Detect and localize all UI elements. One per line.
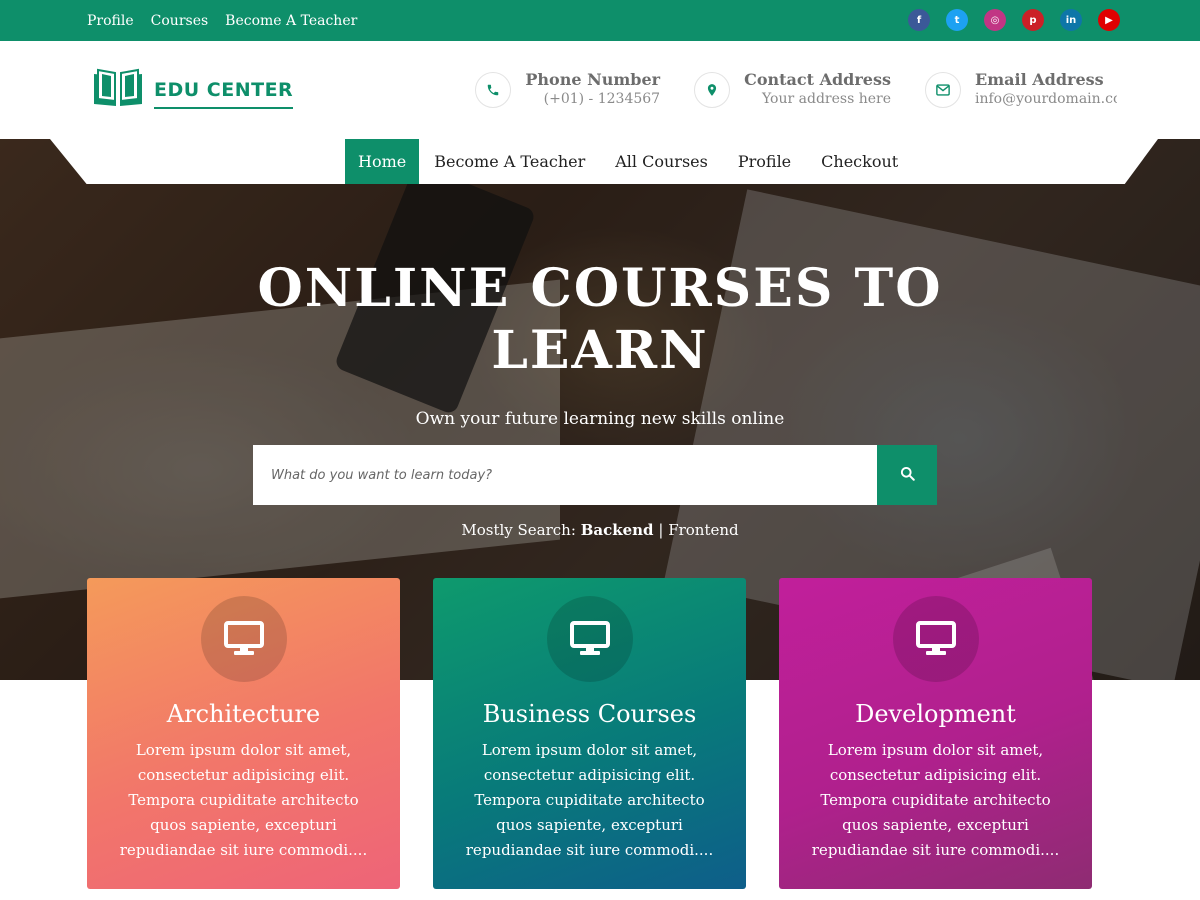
youtube-icon[interactable]: ▶ xyxy=(1098,9,1120,31)
top-link-profile[interactable]: Profile xyxy=(87,13,134,29)
phone-icon xyxy=(475,72,512,108)
contact-info: Phone Number (+01) - 1234567 Contact Add… xyxy=(475,70,1117,108)
popular-search-frontend[interactable]: Frontend xyxy=(668,521,738,539)
linkedin-icon[interactable]: in xyxy=(1060,9,1082,31)
top-link-courses[interactable]: Courses xyxy=(151,13,209,29)
location-pin-icon xyxy=(694,72,731,108)
logo[interactable]: EDU CENTER xyxy=(90,68,294,112)
card-title: Development xyxy=(855,700,1016,728)
card-description: Lorem ipsum dolor sit amet, consectetur … xyxy=(119,741,368,859)
card-title: Architecture xyxy=(166,700,321,728)
card-description: Lorem ipsum dolor sit amet, consectetur … xyxy=(465,741,714,859)
twitter-icon[interactable]: t xyxy=(946,9,968,31)
top-link-become-teacher[interactable]: Become A Teacher xyxy=(225,13,357,29)
hero-subtitle: Own your future learning new skills onli… xyxy=(415,409,785,429)
search-input[interactable] xyxy=(253,445,877,505)
pinterest-icon[interactable]: p xyxy=(1022,9,1044,31)
main-navigation: Home Become A Teacher All Courses Profil… xyxy=(50,139,1158,184)
contact-email-title: Email Address xyxy=(975,70,1104,89)
contact-address: Contact Address Your address here xyxy=(694,70,891,108)
search-button[interactable] xyxy=(877,445,937,505)
contact-email: Email Address info@yourdomain.com xyxy=(925,70,1117,108)
top-links: Profile Courses Become A Teacher xyxy=(87,0,357,41)
monitor-icon xyxy=(546,596,633,682)
contact-email-value: info@yourdomain.com xyxy=(975,91,1117,107)
logo-text: EDU CENTER xyxy=(154,79,294,109)
nav-item-become-teacher[interactable]: Become A Teacher xyxy=(419,139,600,184)
monitor-icon xyxy=(892,596,979,682)
card-title: Business Courses xyxy=(482,700,697,728)
popular-searches: Mostly Search: Backend | Frontend xyxy=(461,521,739,539)
hero-title: ONLINE COURSES TO LEARN xyxy=(257,258,943,381)
contact-phone-title: Phone Number xyxy=(525,70,661,89)
card-description: Lorem ipsum dolor sit amet, consectetur … xyxy=(811,741,1060,859)
book-icon xyxy=(90,68,146,112)
category-card-architecture[interactable]: Architecture Lorem ipsum dolor sit amet,… xyxy=(87,578,400,889)
envelope-icon xyxy=(925,72,961,108)
social-links: f t ◎ p in ▶ xyxy=(908,9,1120,31)
facebook-icon[interactable]: f xyxy=(908,9,930,31)
search-icon xyxy=(900,466,915,484)
contact-address-value: Your address here xyxy=(762,91,891,107)
category-card-business-courses[interactable]: Business Courses Lorem ipsum dolor sit a… xyxy=(433,578,746,889)
monitor-icon xyxy=(200,596,287,682)
category-cards: Architecture Lorem ipsum dolor sit amet,… xyxy=(87,578,1092,889)
site-header: EDU CENTER Phone Number (+01) - 1234567 … xyxy=(0,41,1200,139)
top-bar: Profile Courses Become A Teacher f t ◎ p… xyxy=(0,0,1200,41)
course-search xyxy=(253,445,937,505)
nav-item-checkout[interactable]: Checkout xyxy=(806,139,913,184)
category-card-development[interactable]: Development Lorem ipsum dolor sit amet, … xyxy=(779,578,1092,889)
nav-item-profile[interactable]: Profile xyxy=(723,139,806,184)
instagram-icon[interactable]: ◎ xyxy=(984,9,1006,31)
contact-address-title: Contact Address xyxy=(744,70,891,89)
contact-phone-value: (+01) - 1234567 xyxy=(543,91,661,107)
nav-item-home[interactable]: Home xyxy=(345,139,420,184)
nav-item-all-courses[interactable]: All Courses xyxy=(600,139,723,184)
popular-search-backend[interactable]: Backend xyxy=(581,521,654,539)
contact-phone: Phone Number (+01) - 1234567 xyxy=(475,70,660,108)
popular-searches-label: Mostly Search: xyxy=(461,521,576,539)
